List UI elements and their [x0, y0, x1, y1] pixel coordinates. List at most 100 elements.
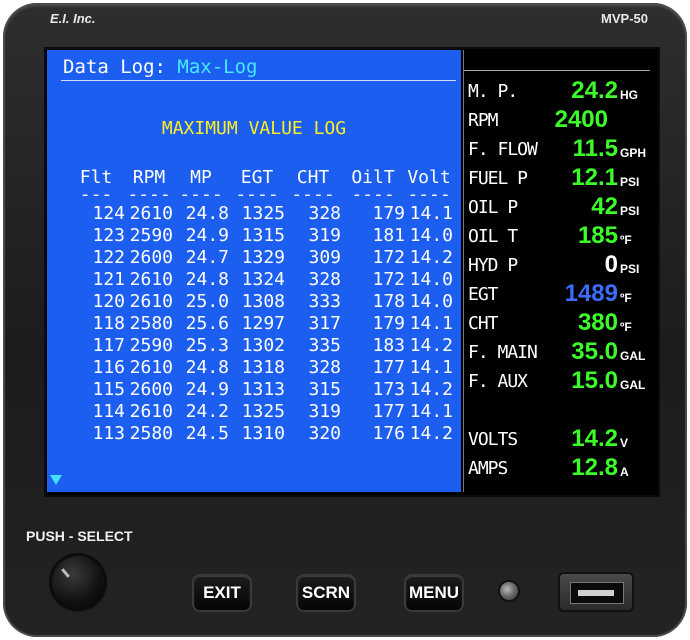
cell-flt: 122	[92, 246, 125, 268]
cell-oilt: 177	[372, 400, 405, 422]
cell-egt: 1313	[241, 378, 285, 400]
cell-mp: 24.7	[185, 246, 229, 268]
gauge-value: 185	[577, 222, 618, 249]
cell-volt: 14.1	[409, 312, 453, 334]
cell-cht: 309	[308, 246, 341, 268]
screen-button[interactable]: SCRN	[298, 576, 354, 610]
cell-flt: 116	[92, 356, 125, 378]
select-knob[interactable]	[52, 556, 104, 608]
cell-oilt: 181	[372, 224, 405, 246]
log-mode: Max-Log	[177, 56, 258, 78]
gauge-value: 11.5	[572, 135, 618, 162]
brand-label: E.I. Inc.	[50, 11, 96, 26]
cell-cht: 328	[308, 356, 341, 378]
gauge-label: VOLTS	[468, 429, 518, 450]
cell-oilt: 176	[372, 422, 405, 444]
gauge-value: 35.0	[571, 338, 618, 365]
cell-volt: 14.0	[409, 224, 453, 246]
display-screen: Data Log: Max-Log MAXIMUM VALUE LOG Flt …	[47, 50, 654, 492]
gauge-label: AMPS	[468, 458, 508, 479]
gauge-unit: ºF	[620, 320, 632, 334]
table-row: 116 2610 24.8 1318 328 177 14.1	[67, 356, 453, 378]
gauge-unit: PSI	[620, 175, 640, 189]
gauge-label: EGT	[468, 284, 498, 305]
gauge-row: AMPS 12.8 A	[468, 454, 650, 482]
cell-cht: 317	[308, 312, 341, 334]
exit-button[interactable]: EXIT	[194, 576, 250, 610]
gauge-unit: ºF	[620, 233, 632, 247]
cell-rpm: 2580	[129, 422, 173, 444]
gauge-value: 24.2	[571, 77, 618, 104]
cell-mp: 25.0	[185, 290, 229, 312]
gauge-unit: GAL	[620, 378, 646, 392]
cell-flt: 121	[92, 268, 125, 290]
gauge-unit: A	[620, 465, 629, 479]
cell-egt: 1325	[241, 202, 285, 224]
cell-volt: 14.1	[409, 356, 453, 378]
cell-flt: 124	[92, 202, 125, 224]
status-led	[500, 582, 518, 600]
cell-flt: 114	[92, 400, 125, 422]
cell-egt: 1324	[241, 268, 285, 290]
gauge-value: 15.0	[571, 367, 618, 394]
cell-rpm: 2580	[129, 312, 173, 334]
cell-volt: 14.0	[409, 268, 453, 290]
table-row: 118 2580 25.6 1297 317 179 14.1	[67, 312, 453, 334]
gauge-label: HYD P	[468, 255, 518, 276]
gauge-value: 2400	[554, 106, 608, 133]
gauge-value: 42	[591, 193, 618, 220]
gauge-label: RPM	[468, 110, 498, 131]
gauge-unit: ºF	[620, 291, 632, 305]
cell-egt: 1308	[241, 290, 285, 312]
cell-egt: 1302	[241, 334, 285, 356]
menu-button[interactable]: MENU	[406, 576, 462, 610]
cell-cht: 315	[308, 378, 341, 400]
gauge-top-divider	[464, 70, 650, 71]
cell-oilt: 178	[372, 290, 405, 312]
cell-flt: 113	[92, 422, 125, 444]
log-header: Data Log: Max-Log	[63, 56, 257, 78]
cell-rpm: 2610	[129, 290, 173, 312]
table-row: 120 2610 25.0 1308 333 178 14.0	[67, 290, 453, 312]
cell-flt: 117	[92, 334, 125, 356]
model-label: MVP-50	[601, 11, 648, 26]
cell-mp: 24.2	[185, 400, 229, 422]
cell-cht: 333	[308, 290, 341, 312]
cell-oilt: 179	[372, 312, 405, 334]
gauge-row: F. MAIN 35.0 GAL	[468, 338, 650, 366]
table-body: 124 2610 24.8 1325 328 179 14.1 123 2590 24.9 1315…	[67, 202, 453, 444]
header-divider	[61, 80, 456, 81]
gauge-row: F. AUX 15.0 GAL	[468, 367, 650, 395]
cell-mp: 25.3	[185, 334, 229, 356]
cell-mp: 24.8	[185, 356, 229, 378]
cell-volt: 14.2	[409, 422, 453, 444]
cell-cht: 328	[308, 268, 341, 290]
gauge-label: F. MAIN	[468, 342, 538, 363]
header-underline-row: --- ---- ---- ---- ---- ---- ----	[79, 184, 451, 205]
gauge-label: FUEL P	[468, 168, 528, 189]
cell-volt: 14.1	[409, 202, 453, 224]
cell-oilt: 183	[372, 334, 405, 356]
log-title: MAXIMUM VALUE LOG	[161, 118, 347, 139]
cell-mp: 24.9	[185, 378, 229, 400]
gauge-label: OIL P	[468, 197, 518, 218]
cell-cht: 328	[308, 202, 341, 224]
gauge-label: F. FLOW	[468, 139, 538, 160]
gauge-value: 380	[577, 309, 618, 336]
cell-flt: 120	[92, 290, 125, 312]
gauge-row: M. P. 24.2 HG	[468, 77, 650, 105]
gauge-unit: HG	[620, 88, 638, 102]
cell-flt: 118	[92, 312, 125, 334]
gauge-row: CHT 380 ºF	[468, 309, 650, 337]
gauge-label: OIL T	[468, 226, 518, 247]
gauge-unit: V	[620, 436, 629, 450]
table-row: 117 2590 25.3 1302 335 183 14.2	[67, 334, 453, 356]
gauge-row: HYD P 0 PSI	[468, 251, 650, 279]
gauge-row: F. FLOW 11.5 GPH	[468, 135, 650, 163]
gauge-label: CHT	[468, 313, 498, 334]
cell-rpm: 2590	[129, 334, 173, 356]
cell-flt: 115	[92, 378, 125, 400]
knob-label: PUSH - SELECT	[26, 528, 133, 544]
table-row: 121 2610 24.8 1324 328 172 14.0	[67, 268, 453, 290]
table-row: 115 2600 24.9 1313 315 173 14.2	[67, 378, 453, 400]
